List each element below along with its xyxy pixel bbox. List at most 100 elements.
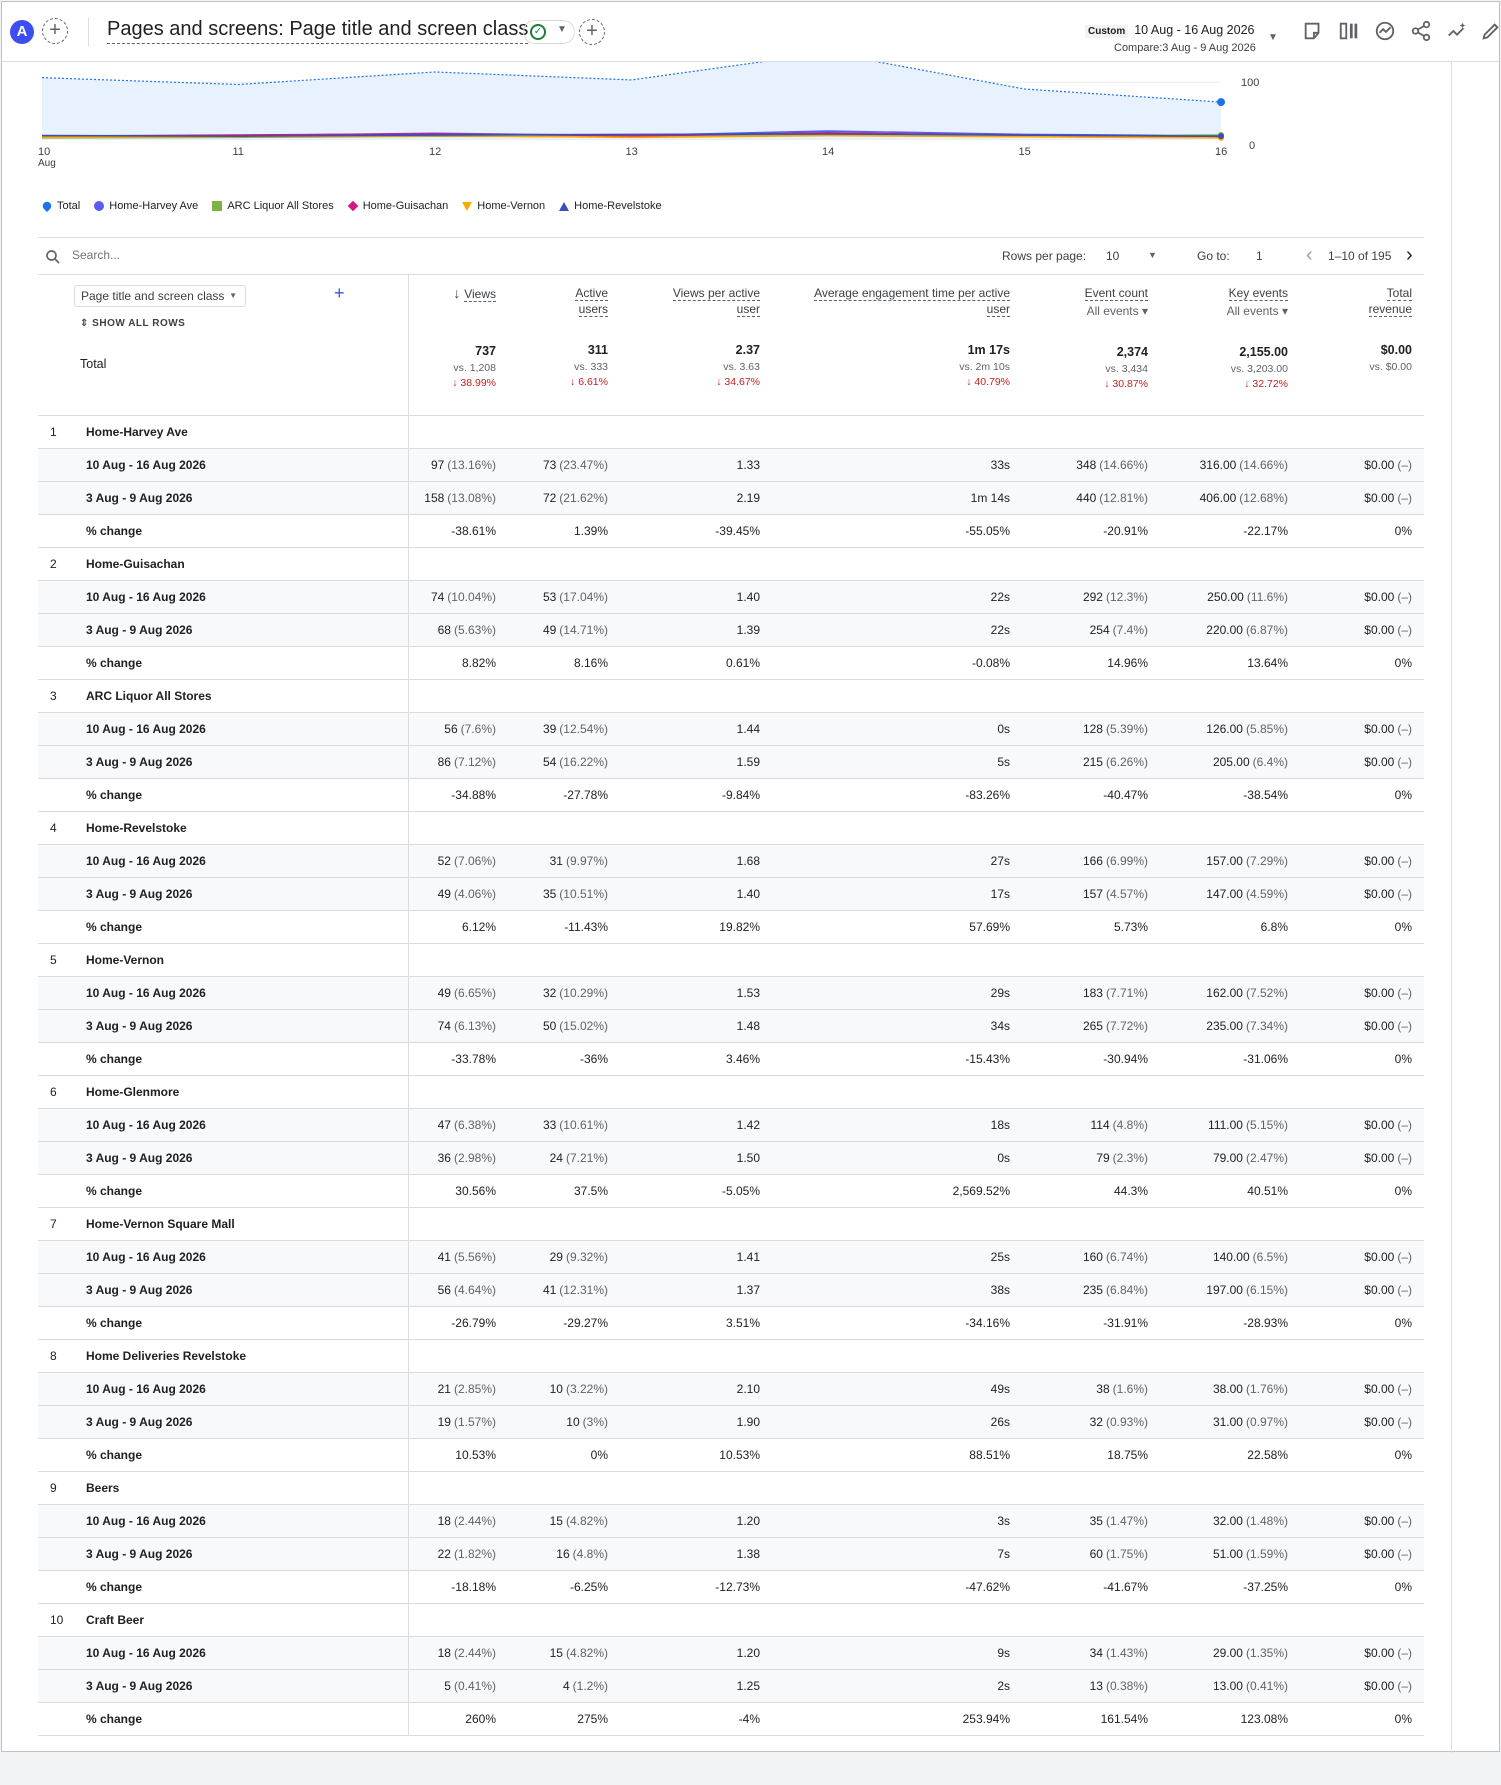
metric-cell: 29 (9.32%): [508, 1240, 620, 1274]
metric-share: (2.47%): [1245, 1150, 1288, 1165]
event-filter-select[interactable]: All events ▾: [1034, 303, 1148, 319]
table-row[interactable]: 10 Aug - 16 Aug 2026 49 (6.65%) 32 (10.29%) 1…: [38, 976, 1424, 1010]
metric-share: (6.74%): [1105, 1249, 1148, 1264]
table-row[interactable]: % change -18.18% -6.25% -12.73% -47.62% -41.6…: [38, 1570, 1424, 1604]
table-row[interactable]: % change 6.12% -11.43% 19.82% 57.69% 5.73% 6.8…: [38, 910, 1424, 944]
legend-item[interactable]: Home-Revelstoke: [559, 200, 662, 212]
table-row[interactable]: 3 Aug - 9 Aug 2026 19 (1.57%) 10 (3%) 1.90 26s…: [38, 1405, 1424, 1439]
table-row[interactable]: % change 260% 275% -4% 253.94% 161.54% 123.08%…: [38, 1702, 1424, 1736]
table-row[interactable]: 3 Aug - 9 Aug 2026 86 (7.12%) 54 (16.22%) 1.5…: [38, 745, 1424, 779]
table-group-row[interactable]: 7 Home-Vernon Square Mall: [38, 1207, 1424, 1241]
account-avatar[interactable]: A: [10, 20, 34, 44]
table-row[interactable]: % change -33.78% -36% 3.46% -15.43% -30.94% -3…: [38, 1042, 1424, 1076]
table-row[interactable]: 10 Aug - 16 Aug 2026 56 (7.6%) 39 (12.54%) 1.…: [38, 712, 1424, 746]
previous-page-icon[interactable]: ‹: [1306, 244, 1313, 267]
share-icon[interactable]: [1410, 20, 1432, 42]
metric-value: 22.58%: [1247, 1447, 1288, 1462]
metric-column-header[interactable]: Total revenue $0.00 vs. $0.00: [1300, 275, 1424, 416]
table-row[interactable]: 10 Aug - 16 Aug 2026 21 (2.85%) 10 (3.22%) 2.…: [38, 1372, 1424, 1406]
compare-columns-icon[interactable]: [1338, 20, 1360, 42]
metric-cell: $0.00 (–): [1300, 613, 1424, 647]
table-row[interactable]: % change -26.79% -29.27% 3.51% -34.16% -31.91…: [38, 1306, 1424, 1340]
rows-per-page-value: 10: [1106, 249, 1120, 263]
table-group-row[interactable]: 8 Home Deliveries Revelstoke: [38, 1339, 1424, 1373]
date-range-picker[interactable]: Custom 10 Aug - 16 Aug 2026 Compare:3 Aug…: [1085, 23, 1256, 54]
add-filter-button[interactable]: +: [579, 19, 605, 45]
legend-item[interactable]: Total: [40, 199, 80, 213]
legend-item[interactable]: ARC Liquor All Stores: [212, 200, 334, 212]
metric-share: (6.13%): [453, 1018, 496, 1033]
table-row[interactable]: 3 Aug - 9 Aug 2026 56 (4.64%) 41 (12.31%) 1.3…: [38, 1273, 1424, 1307]
legend-item[interactable]: Home-Vernon: [462, 200, 545, 212]
table-row[interactable]: 10 Aug - 16 Aug 2026 97 (13.16%) 73 (23.47%)…: [38, 448, 1424, 482]
table-row[interactable]: 10 Aug - 16 Aug 2026 41 (5.56%) 29 (9.32%) 1.…: [38, 1240, 1424, 1274]
table-group-row[interactable]: 9 Beers: [38, 1471, 1424, 1505]
metric-value: 0%: [1394, 523, 1412, 538]
goto-input[interactable]: 1: [1256, 249, 1286, 263]
table-row[interactable]: 3 Aug - 9 Aug 2026 74 (6.13%) 50 (15.02%) 1.4…: [38, 1009, 1424, 1043]
report-status-dropdown[interactable]: ✓ ▼: [523, 20, 575, 44]
row-label-cell: % change: [38, 1702, 409, 1736]
legend-item[interactable]: Home-Guisachan: [347, 200, 448, 212]
table-group-row[interactable]: 10 Craft Beer: [38, 1603, 1424, 1637]
column-title-text: users: [578, 302, 608, 317]
row-label: 10 Aug - 16 Aug 2026: [86, 1645, 206, 1660]
metric-column-header[interactable]: Event count All events ▾ 2,374 vs. 3,434 ↓ 3…: [1022, 275, 1160, 416]
table-group-row[interactable]: 5 Home-Vernon: [38, 943, 1424, 977]
table-group-row[interactable]: 6 Home-Glenmore: [38, 1075, 1424, 1109]
metric-share: (11.6%): [1246, 589, 1288, 604]
table-row[interactable]: 10 Aug - 16 Aug 2026 18 (2.44%) 15 (4.82%) 1.…: [38, 1636, 1424, 1670]
table-row[interactable]: 3 Aug - 9 Aug 2026 36 (2.98%) 24 (7.21%) 1.50…: [38, 1141, 1424, 1175]
next-page-icon[interactable]: ›: [1406, 244, 1413, 267]
metric-cell: 250.00 (11.6%): [1160, 580, 1300, 614]
group-row-filler: [408, 679, 1424, 713]
annotation-icon[interactable]: [1302, 20, 1324, 42]
show-all-rows-button[interactable]: ⇕ SHOW ALL ROWS: [80, 318, 185, 329]
table-group-row[interactable]: 4 Home-Revelstoke: [38, 811, 1424, 845]
metric-value: 162.00: [1206, 985, 1243, 1000]
search-input[interactable]: [70, 247, 370, 263]
metric-column-header[interactable]: Average engagement time per active user 1m…: [772, 275, 1022, 416]
column-total: 2.37 vs. 3.63 ↓ 34.67%: [632, 343, 760, 388]
table-row[interactable]: 10 Aug - 16 Aug 2026 74 (10.04%) 53 (17.04%)…: [38, 580, 1424, 614]
table-row[interactable]: 3 Aug - 9 Aug 2026 22 (1.82%) 16 (4.8%) 1.38 7…: [38, 1537, 1424, 1571]
table-row[interactable]: 10 Aug - 16 Aug 2026 18 (2.44%) 15 (4.82%) 1.…: [38, 1504, 1424, 1538]
dimension-select[interactable]: Page title and screen class ▼: [74, 285, 246, 307]
metric-value: 38s: [990, 1282, 1010, 1297]
table-row[interactable]: % change 8.82% 8.16% 0.61% -0.08% 14.96% 13.64…: [38, 646, 1424, 680]
metric-column-header[interactable]: Views per active user 2.37 vs. 3.63 ↓ 34.67%: [620, 275, 772, 416]
date-dropdown-caret-icon[interactable]: ▼: [1268, 32, 1278, 43]
table-group-row[interactable]: 1 Home-Harvey Ave: [38, 415, 1424, 449]
column-title-text: Views: [464, 287, 496, 302]
legend-item[interactable]: Home-Harvey Ave: [94, 200, 198, 212]
rows-per-page-select[interactable]: 10 ▼: [1106, 249, 1170, 263]
table-group-row[interactable]: 3 ARC Liquor All Stores: [38, 679, 1424, 713]
metric-column-header[interactable]: ↓ Views 737 vs. 1,208 ↓ 38.99%: [408, 275, 508, 416]
event-filter-select[interactable]: All events ▾: [1172, 303, 1288, 319]
row-label: % change: [86, 787, 143, 802]
metric-column-header[interactable]: Active users 311 vs. 333 ↓ 6.61%: [508, 275, 620, 416]
table-row[interactable]: 3 Aug - 9 Aug 2026 68 (5.63%) 49 (14.71%) 1.3…: [38, 613, 1424, 647]
metric-value: 275%: [577, 1711, 608, 1726]
group-name-cell: 4 Home-Revelstoke: [38, 811, 409, 845]
metric-value: 2,569.52%: [952, 1183, 1010, 1198]
table-row[interactable]: 10 Aug - 16 Aug 2026 52 (7.06%) 31 (9.97%) 1.…: [38, 844, 1424, 878]
table-row[interactable]: 3 Aug - 9 Aug 2026 5 (0.41%) 4 (1.2%) 1.25 2s 1…: [38, 1669, 1424, 1703]
add-dimension-button[interactable]: +: [334, 283, 345, 304]
add-comparison-button[interactable]: +: [42, 18, 68, 44]
trend-sparkle-icon[interactable]: [1446, 20, 1468, 42]
edit-pencil-icon[interactable]: [1480, 20, 1501, 42]
table-row[interactable]: % change -38.61% 1.39% -39.45% -55.05% -20.91…: [38, 514, 1424, 548]
table-row[interactable]: 10 Aug - 16 Aug 2026 47 (6.38%) 33 (10.61%) 1…: [38, 1108, 1424, 1142]
table-row[interactable]: % change -34.88% -27.78% -9.84% -83.26% -40.4…: [38, 778, 1424, 812]
insights-icon[interactable]: [1374, 20, 1396, 42]
table-row[interactable]: % change 10.53% 0% 10.53% 88.51% 18.75% 22.58%…: [38, 1438, 1424, 1472]
page-title[interactable]: Pages and screens: Page title and screen…: [107, 18, 529, 44]
table-row[interactable]: % change 30.56% 37.5% -5.05% 2,569.52% 44.3% 4…: [38, 1174, 1424, 1208]
table-group-row[interactable]: 2 Home-Guisachan: [38, 547, 1424, 581]
row-index: 9: [50, 1480, 57, 1495]
row-label: 10 Aug - 16 Aug 2026: [86, 457, 206, 472]
table-row[interactable]: 3 Aug - 9 Aug 2026 158 (13.08%) 72 (21.62%) 2…: [38, 481, 1424, 515]
table-row[interactable]: 3 Aug - 9 Aug 2026 49 (4.06%) 35 (10.51%) 1.4…: [38, 877, 1424, 911]
metric-column-header[interactable]: Key events All events ▾ 2,155.00 vs. 3,203.…: [1160, 275, 1300, 416]
